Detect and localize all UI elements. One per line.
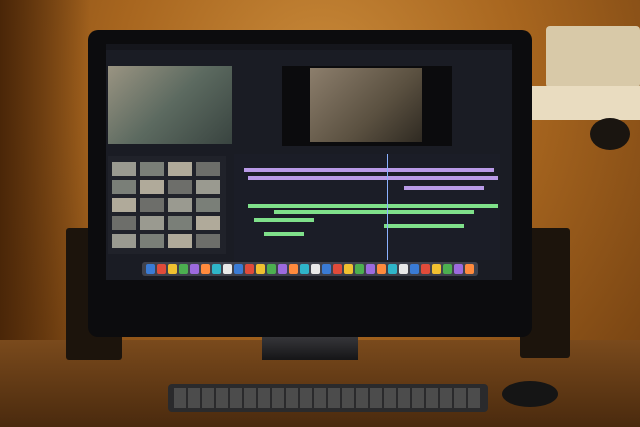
clip-thumbnail[interactable]: [196, 216, 220, 230]
clip-thumbnail[interactable]: [112, 234, 136, 248]
clip-thumbnail[interactable]: [168, 234, 192, 248]
clip-thumbnail[interactable]: [168, 216, 192, 230]
timeline-clip[interactable]: [244, 168, 494, 172]
dock-app-icon[interactable]: [366, 264, 375, 274]
dock-app-icon[interactable]: [454, 264, 463, 274]
dock-app-icon[interactable]: [432, 264, 441, 274]
dock-app-icon[interactable]: [399, 264, 408, 274]
dock-app-icon[interactable]: [311, 264, 320, 274]
keyboard-keys: [174, 388, 482, 408]
timeline-clip[interactable]: [248, 204, 498, 208]
clip-thumbnail[interactable]: [168, 180, 192, 194]
shelf-device: [546, 26, 640, 88]
wall-shelf: [532, 86, 640, 120]
dock-app-icon[interactable]: [388, 264, 397, 274]
dock-app-icon[interactable]: [179, 264, 188, 274]
clip-thumbnail[interactable]: [112, 180, 136, 194]
dock-app-icon[interactable]: [289, 264, 298, 274]
clip-thumbnail[interactable]: [140, 234, 164, 248]
clip-thumbnail[interactable]: [196, 162, 220, 176]
timeline: [234, 154, 500, 260]
dock-app-icon[interactable]: [245, 264, 254, 274]
dock-app-icon[interactable]: [465, 264, 474, 274]
dock-app-icon[interactable]: [267, 264, 276, 274]
clip-thumbnail[interactable]: [140, 162, 164, 176]
clip-thumbnail[interactable]: [112, 216, 136, 230]
clip-thumbnail[interactable]: [140, 198, 164, 212]
dock-app-icon[interactable]: [223, 264, 232, 274]
dock-app-icon[interactable]: [322, 264, 331, 274]
dock-app-icon[interactable]: [278, 264, 287, 274]
clip-thumbnail[interactable]: [112, 162, 136, 176]
timeline-clip[interactable]: [404, 186, 484, 190]
dock-app-icon[interactable]: [333, 264, 342, 274]
dock-app-icon[interactable]: [168, 264, 177, 274]
dock: [142, 262, 478, 276]
clip-thumbnail[interactable]: [196, 198, 220, 212]
dock-app-icon[interactable]: [190, 264, 199, 274]
project-bin: [108, 156, 226, 254]
monitor-screen: [106, 44, 512, 280]
keyboard: [168, 384, 488, 412]
playhead: [387, 154, 388, 260]
clip-thumbnail[interactable]: [112, 198, 136, 212]
timeline-clip[interactable]: [264, 232, 304, 236]
dock-app-icon[interactable]: [212, 264, 221, 274]
dock-app-icon[interactable]: [234, 264, 243, 274]
timeline-clip[interactable]: [384, 224, 464, 228]
source-monitor: [108, 66, 232, 144]
dock-app-icon[interactable]: [256, 264, 265, 274]
dock-app-icon[interactable]: [344, 264, 353, 274]
clip-thumbnail[interactable]: [140, 216, 164, 230]
menu-bar: [106, 44, 512, 50]
dock-app-icon[interactable]: [300, 264, 309, 274]
dock-app-icon[interactable]: [355, 264, 364, 274]
monitor-stand: [262, 334, 358, 360]
timeline-clip[interactable]: [274, 210, 474, 214]
clip-thumbnail[interactable]: [196, 234, 220, 248]
dock-app-icon[interactable]: [157, 264, 166, 274]
clip-thumbnail[interactable]: [196, 180, 220, 194]
timeline-clip[interactable]: [248, 176, 498, 180]
mouse: [502, 381, 558, 407]
clip-thumbnail[interactable]: [168, 198, 192, 212]
dock-app-icon[interactable]: [146, 264, 155, 274]
timeline-clip[interactable]: [254, 218, 314, 222]
program-monitor: [310, 68, 422, 142]
dock-app-icon[interactable]: [443, 264, 452, 274]
dock-app-icon[interactable]: [377, 264, 386, 274]
dock-app-icon[interactable]: [410, 264, 419, 274]
dock-app-icon[interactable]: [201, 264, 210, 274]
clip-thumbnail[interactable]: [168, 162, 192, 176]
shelf-bracket: [590, 118, 630, 150]
clip-thumbnail[interactable]: [140, 180, 164, 194]
dock-app-icon[interactable]: [421, 264, 430, 274]
